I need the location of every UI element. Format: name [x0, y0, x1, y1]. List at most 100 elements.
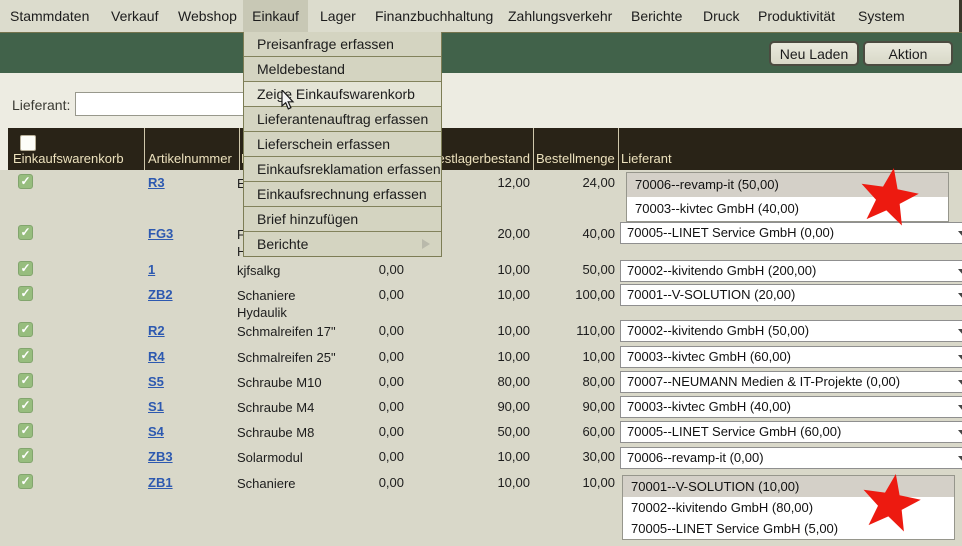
select-caret-icon	[958, 355, 962, 361]
order-qty-value: 24,00	[525, 175, 615, 190]
menubar-item-zahlungsverkehr[interactable]: Zahlungsverkehr	[508, 0, 612, 32]
mouse-cursor-icon	[281, 90, 295, 111]
order-qty-value: 100,00	[525, 287, 615, 302]
table-row-R4: ✓R4Schmalreifen 25"0,0010,0010,0070003--…	[0, 344, 962, 369]
article-link[interactable]: S4	[148, 424, 164, 439]
min-stock-value: 10,00	[430, 262, 530, 277]
col-header-artikelnummer: Artikelnummer	[148, 151, 232, 166]
menu-item-zeige-einkaufswarenkorb[interactable]: Zeige Einkaufswarenkorb	[244, 82, 441, 107]
menu-item-brief-hinzufügen[interactable]: Brief hinzufügen	[244, 207, 441, 232]
row-checkbox[interactable]: ✓	[18, 286, 33, 301]
stock-value: 0,00	[330, 475, 404, 490]
select-caret-icon	[958, 293, 962, 299]
stock-value: 0,00	[330, 262, 404, 277]
table-row-ZB2: ✓ZB2SchaniereHydaulik0,0010,00100,007000…	[0, 282, 962, 318]
article-link[interactable]: 1	[148, 262, 155, 277]
article-link[interactable]: R3	[148, 175, 165, 190]
menubar-item-einkauf[interactable]: Einkauf	[243, 0, 308, 32]
order-qty-value: 80,00	[525, 374, 615, 389]
row-checkbox[interactable]: ✓	[18, 225, 33, 240]
table-row-R2: ✓ R2 Schmalreifen 17"0,00 10,00110,00 70002-…	[0, 318, 962, 344]
stock-value: 0,00	[330, 287, 404, 302]
article-link[interactable]: ZB3	[148, 449, 173, 464]
menu-item-einkaufsrechnung-erfassen[interactable]: Einkaufsrechnung erfassen	[244, 182, 441, 207]
row-checkbox[interactable]: ✓	[18, 261, 33, 276]
menu-item-berichte[interactable]: Berichte	[244, 232, 441, 256]
article-description: Schmalreifen 25"	[237, 349, 336, 366]
menubar-item-webshop[interactable]: Webshop	[178, 0, 237, 32]
table-header: Einkaufswarenkorb Artikelnummer Beschrei…	[8, 128, 962, 170]
table-row-ZB3: ✓ZB3Solarmodul0,0010,0030,0070006--revam…	[0, 445, 962, 470]
menu-item-lieferantenauftrag-erfassen[interactable]: Lieferantenauftrag erfassen	[244, 107, 441, 132]
order-qty-value: 50,00	[525, 262, 615, 277]
stock-value: 0,00	[330, 449, 404, 464]
row-checkbox[interactable]: ✓	[18, 348, 33, 363]
article-link[interactable]: S5	[148, 374, 164, 389]
article-link[interactable]: ZB2	[148, 287, 173, 302]
submenu-arrow-icon	[422, 239, 430, 249]
row-checkbox[interactable]: ✓	[18, 448, 33, 463]
header-separator	[618, 128, 619, 170]
menubar-item-produktivität[interactable]: Produktivität	[758, 0, 835, 32]
menubar-item-system[interactable]: System	[858, 0, 905, 32]
select-caret-icon	[958, 430, 962, 436]
select-all-checkbox[interactable]	[20, 135, 36, 151]
min-stock-value: 10,00	[430, 323, 530, 338]
article-description: Schmalreifen 17"	[237, 323, 336, 340]
supplier-select[interactable]: 70002--kivitendo GmbH (200,00)	[620, 260, 962, 282]
supplier-select[interactable]: 70003--kivtec GmbH (60,00)	[620, 346, 962, 368]
menubar-item-druck[interactable]: Druck	[703, 0, 740, 32]
reload-button[interactable]: Neu Laden	[769, 41, 859, 66]
row-checkbox[interactable]: ✓	[18, 174, 33, 189]
select-caret-icon	[958, 231, 962, 237]
article-description: Schraube M8	[237, 424, 314, 441]
row-checkbox[interactable]: ✓	[18, 423, 33, 438]
stock-value: 0,00	[330, 349, 404, 364]
article-description: Schraube M10	[237, 374, 322, 391]
article-description: kjfsalkg	[237, 262, 280, 279]
article-link[interactable]: S1	[148, 399, 164, 414]
order-qty-value: 40,00	[525, 226, 615, 241]
min-stock-value: 80,00	[430, 374, 530, 389]
supplier-select[interactable]: 70001--V-SOLUTION (20,00)	[620, 284, 962, 306]
select-caret-icon	[958, 269, 962, 275]
col-header-cart: Einkaufswarenkorb	[13, 151, 124, 166]
star-marker-icon	[859, 473, 925, 533]
menubar-item-finanzbuchhaltung[interactable]: Finanzbuchhaltung	[375, 0, 493, 32]
toolbar: Neu Laden Aktion	[0, 33, 962, 73]
row-checkbox[interactable]: ✓	[18, 373, 33, 388]
supplier-select[interactable]: 70006--revamp-it (0,00)	[620, 447, 962, 469]
article-link[interactable]: R4	[148, 349, 165, 364]
select-caret-icon	[958, 329, 962, 335]
order-qty-value: 110,00	[525, 323, 615, 338]
stock-value: 0,00	[330, 424, 404, 439]
supplier-select[interactable]: 70003--kivtec GmbH (40,00)	[620, 396, 962, 418]
order-qty-value: 60,00	[525, 424, 615, 439]
menu-item-einkaufsreklamation-erfassen[interactable]: Einkaufsreklamation erfassen	[244, 157, 441, 182]
table-row-S4: ✓S4Schraube M80,0050,0060,0070005--LINET…	[0, 419, 962, 445]
menu-item-lieferschein-erfassen[interactable]: Lieferschein erfassen	[244, 132, 441, 157]
article-link[interactable]: R2	[148, 323, 165, 338]
order-qty-value: 90,00	[525, 399, 615, 414]
action-button[interactable]: Aktion	[863, 41, 953, 66]
supplier-select[interactable]: 70002--kivitendo GmbH (50,00)	[620, 320, 962, 342]
menu-item-preisanfrage-erfassen[interactable]: Preisanfrage erfassen	[244, 32, 441, 57]
supplier-select[interactable]: 70005--LINET Service GmbH (60,00)	[620, 421, 962, 443]
article-description: Schraube M4	[237, 399, 314, 416]
order-qty-value: 30,00	[525, 449, 615, 464]
select-caret-icon	[958, 405, 962, 411]
article-link[interactable]: FG3	[148, 226, 173, 241]
select-caret-icon	[958, 380, 962, 386]
menubar-item-verkauf[interactable]: Verkauf	[111, 0, 158, 32]
supplier-select[interactable]: 70007--NEUMANN Medien & IT-Projekte (0,0…	[620, 371, 962, 393]
row-checkbox[interactable]: ✓	[18, 398, 33, 413]
min-stock-value: 90,00	[430, 399, 530, 414]
article-link[interactable]: ZB1	[148, 475, 173, 490]
menubar-item-lager[interactable]: Lager	[320, 0, 356, 32]
menu-item-meldebestand[interactable]: Meldebestand	[244, 57, 441, 82]
row-checkbox[interactable]: ✓	[18, 322, 33, 337]
menubar-item-stammdaten[interactable]: Stammdaten	[10, 0, 89, 32]
stock-value: 0,00	[330, 323, 404, 338]
row-checkbox[interactable]: ✓	[18, 474, 33, 489]
menubar-item-berichte[interactable]: Berichte	[631, 0, 682, 32]
